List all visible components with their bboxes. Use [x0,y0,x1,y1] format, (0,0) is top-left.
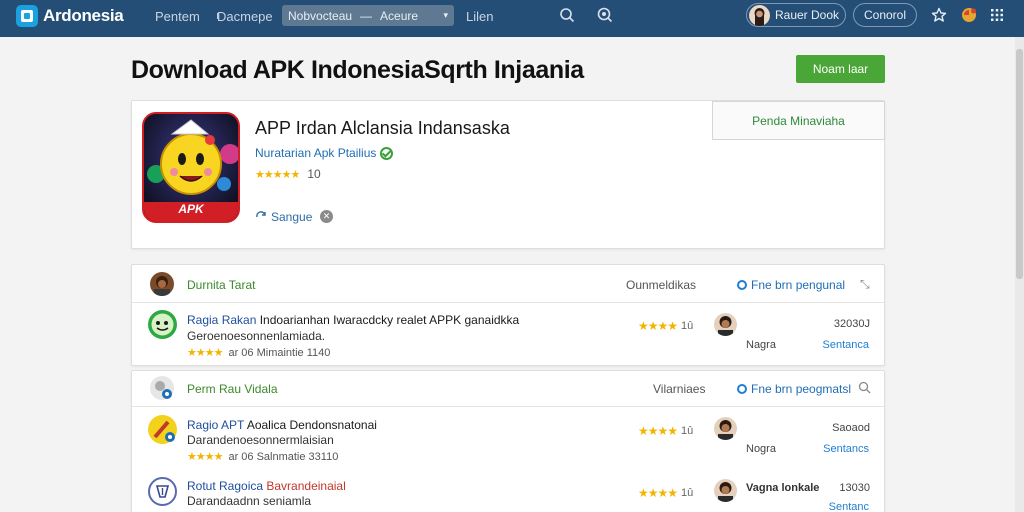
review1-user-avatar [714,313,737,336]
review3-score: ★★★★ 1û [638,486,693,500]
review3-user-avatar [714,479,737,502]
close-icon[interactable]: ✕ [320,210,333,223]
review2-stars: ★★★★ [187,451,223,463]
app-icon-badge: APK [178,202,204,216]
app-icon[interactable]: APK [142,112,240,223]
review2-score: ★★★★ 1û [638,424,693,438]
section1-title[interactable]: Durnita Tarat [187,278,255,292]
section2-title[interactable]: Perm Rau Vidala [187,382,278,396]
info-circle-icon [737,280,747,290]
page-scrollbar[interactable] [1015,37,1024,512]
nav-extra-link[interactable]: Lilen [466,9,493,24]
review3-title[interactable]: Rotut Ragoica Bavrandeinaial [187,479,346,493]
review1-title-rest: Indoarianhan Iwaracdcky realet APPK gana… [256,313,520,327]
top-navigation-bar: Ardonesia Pentem Dacmepe ı Nobvocteau — … [0,0,1024,37]
review1-avatar [148,310,177,339]
section1-meta: Ounmeldikas [626,278,697,292]
section2-link[interactable]: Fne brn peogmatsl [737,382,851,396]
category-select-second: Aceure [380,8,419,23]
section2-avatar [150,376,174,400]
review1-meta: ★★★★ ar 06 Mimaintie 1140 [187,346,331,360]
review2-title[interactable]: Ragio APT Aoalica Dendonsnatonai [187,418,377,432]
section2-divider [132,406,884,407]
notification-badge-icon[interactable] [961,7,977,23]
developer-name: Nuratarian Apk Ptailius [255,146,377,160]
review1-title[interactable]: Ragia Rakan Indoarianhan Iwaracdcky real… [187,313,519,327]
apps-grid-icon[interactable] [989,7,1005,23]
search-icon[interactable] [858,381,871,394]
brand-logo[interactable]: Ardonesia [16,5,124,27]
page-title: Download APK IndonesiaSqrth Injaania [131,56,584,84]
review2-meta: ★★★★ ar 06 Salnmatie 33110 [187,450,339,464]
review2-date: Saoaod [832,422,870,434]
review1-date: 32030J [833,318,870,330]
review3-user: Vagna lonkale [746,482,820,494]
review1-meta-text: ar 06 Mimaintie 1140 [228,346,331,359]
review2-user: Nogra [746,443,776,455]
review3-title-rest: Bavrandeinaial [263,479,346,493]
review1-body: Geroenoesonnenlamiada. [187,329,326,343]
share-link[interactable]: Sangue [255,210,312,224]
review3-date: 13030 [839,482,870,494]
share-icon [256,211,266,218]
review3-title-highlight: Rotut Ragoica [187,479,264,493]
secondary-download-button[interactable]: Penda Minaviaha [712,101,885,140]
review2-meta-text: ar 06 Salnmatie 33110 [228,450,339,463]
review2-title-rest: Aoalica Dendonsnatonai [244,418,377,432]
section1-link-label: Fne brn pengunal [751,278,846,292]
category-select-value: Nobvocteau [288,8,353,23]
review2-score-value: 1û [681,425,694,437]
verified-check-icon [380,146,394,160]
review1-user: Nagra [746,339,776,351]
section1-divider [132,302,884,303]
primary-download-button[interactable]: Noam laar [796,55,885,83]
user-avatar [749,5,770,26]
category-select[interactable]: Nobvocteau — Aceure ▾ [282,5,454,26]
section2-meta: Vilarniaes [653,382,706,396]
section2-link-label: Fne brn peogmatsl [751,382,852,396]
review2-avatar [148,415,177,444]
review2-user-avatar [714,417,737,440]
nav-link-1[interactable]: Pentem [155,9,200,24]
brand-name: Ardonesia [43,6,124,25]
review2-title-highlight: Ragio APT [187,418,245,432]
review2-action[interactable]: Sentancs [799,443,869,455]
app-developer[interactable]: Nuratarian Apk Ptailius [255,146,394,160]
review3-score-value: 1û [681,487,694,499]
bullet-separator: ı [216,10,220,22]
review1-score-stars: ★★★★ [638,319,678,333]
collapse-icon[interactable]: ⤡ [860,277,870,292]
review3-body: Darandaadnn seniamla [187,494,312,508]
nav-link-2[interactable]: Dacmepe [217,9,273,24]
scrollbar-thumb[interactable] [1016,49,1023,279]
account-button[interactable]: Conorol [853,3,917,27]
app-rating: ★★★★★ 10 [255,167,321,181]
review2-score-stars: ★★★★ [638,424,678,438]
review1-score-value: 1û [681,320,694,332]
review3-score-stars: ★★★★ [638,486,678,500]
zoom-search-icon[interactable] [597,7,613,23]
chevron-down-icon: ▾ [443,10,448,20]
select-dash: — [360,8,373,23]
user-name: Rauer Dook [774,8,840,22]
review1-action[interactable]: Sentanca [799,339,869,351]
search-icon[interactable] [559,7,575,23]
rating-stars: ★★★★★ [255,168,300,181]
user-profile-button[interactable]: Rauer Dook [746,3,846,27]
section1-avatar [150,272,174,296]
review1-score: ★★★★ 1û [638,319,693,333]
review1-title-highlight: Ragia Rakan [187,313,257,327]
rating-count: 10 [307,167,321,181]
review2-body: Darandenoesonnermlaisian [187,433,334,447]
logo-icon [16,5,38,27]
info-circle-icon [737,384,747,394]
share-label: Sangue [271,210,313,224]
review3-avatar [148,477,177,506]
section1-link[interactable]: Fne brn pengunal [737,278,845,292]
review3-action[interactable]: Sentanc [799,501,869,512]
review1-stars: ★★★★ [187,347,223,359]
app-name: APP Irdan Alclansia Indansaska [255,118,510,138]
star-bookmark-icon[interactable] [931,7,947,23]
